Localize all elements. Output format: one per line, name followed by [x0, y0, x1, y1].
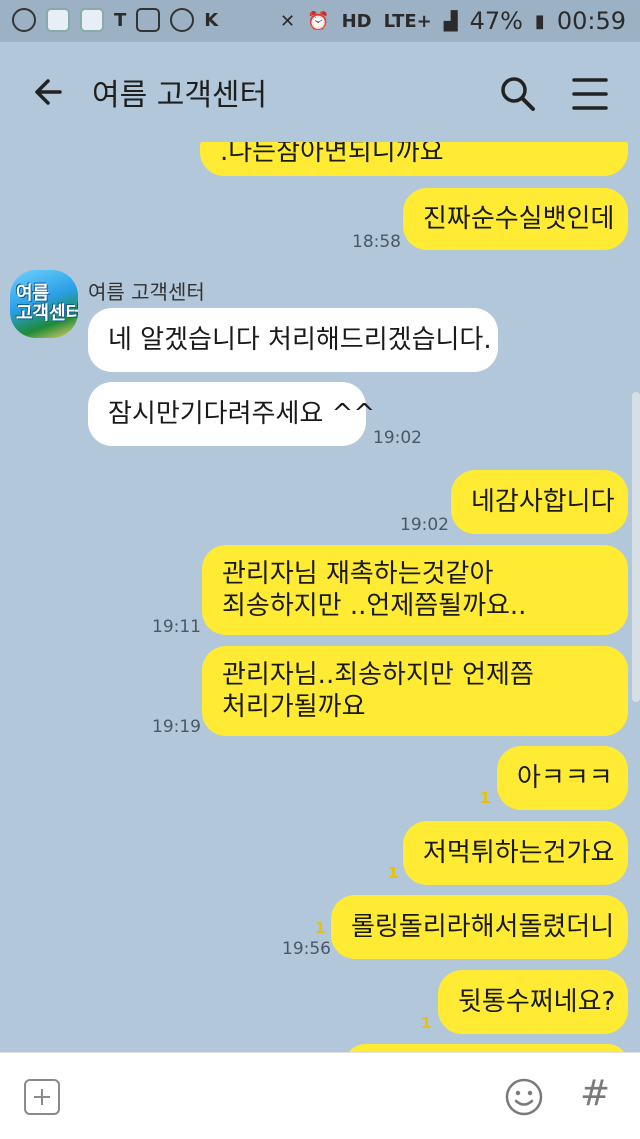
mute-icon: ✕	[280, 10, 296, 32]
unread-count: 1	[315, 919, 326, 937]
hashtag-icon[interactable]: #	[580, 1073, 610, 1114]
phone-icon	[136, 8, 161, 32]
chat-header: 여름 고객센터	[0, 42, 640, 142]
message-bubble-other[interactable]: 잠시만기다려주세요 ^^	[88, 382, 375, 446]
message-bubble-me[interactable]	[345, 1044, 628, 1052]
search-icon[interactable]	[498, 74, 538, 114]
clock: 00:59	[556, 7, 626, 35]
message-bubble-me[interactable]: 진짜순수실뱃인데	[403, 188, 628, 250]
battery-icon: ▮	[534, 10, 545, 32]
status-left-icons: T K	[12, 8, 218, 32]
network-type: LTE+	[383, 10, 432, 32]
message-time: 18:58	[352, 232, 401, 252]
emoji-icon[interactable]	[504, 1077, 544, 1117]
plus-icon[interactable]	[24, 1079, 60, 1115]
talk-icon	[170, 8, 195, 32]
message-time: 19:56	[282, 939, 331, 959]
battery-percent: 47%	[469, 7, 523, 35]
message-time: 19:02	[373, 428, 422, 448]
signal-icon: ▟	[443, 10, 458, 32]
avatar-text: 여름 고객센터	[16, 283, 78, 324]
t-icon: T	[114, 9, 127, 31]
status-right-icons: ✕ ⏰ HD LTE+ ▟ 47% ▮ 00:59	[280, 7, 626, 35]
unread-count: 1	[388, 864, 399, 882]
app-notification-icon	[12, 8, 36, 32]
message-bubble-me[interactable]: 네감사합니다	[451, 470, 628, 534]
unread-count: 1	[421, 1014, 432, 1032]
message-bubble-me[interactable]: 저먹튀하는건가요	[403, 821, 628, 885]
hd-icon: HD	[341, 10, 372, 32]
message-time: 19:02	[400, 515, 449, 535]
message-bubble-me[interactable]: 아ㅋㅋㅋ	[497, 746, 628, 810]
app-badge-icon	[46, 8, 70, 32]
back-arrow-icon[interactable]	[30, 72, 70, 112]
message-bubble-other[interactable]: 네 알겠습니다 처리해드리겠습니다.	[88, 308, 498, 372]
message-bubble-me[interactable]: 뒷통수쩌네요?	[438, 970, 628, 1034]
sender-name: 여름 고객센터	[88, 280, 205, 304]
unread-count: 1	[480, 789, 491, 807]
vibrate-app-icon: K	[204, 9, 219, 31]
menu-icon[interactable]	[570, 76, 610, 112]
message-bubble-me[interactable]: .나는참아면되니까요	[200, 142, 628, 176]
status-bar: T K ✕ ⏰ HD LTE+ ▟ 47% ▮ 00:59	[0, 0, 640, 42]
message-time: 19:19	[152, 717, 201, 737]
app-badge-icon	[80, 8, 104, 32]
avatar[interactable]: 여름 고객센터	[10, 270, 78, 338]
message-bubble-me[interactable]: 롤링돌리라해서돌렸더니	[331, 895, 628, 959]
chat-messages[interactable]: .나는참아면되니까요 진짜순수실뱃인데 18:58 여름 고객센터 여름 고객센…	[0, 142, 640, 1052]
scrollbar[interactable]	[632, 392, 640, 702]
message-bubble-me[interactable]: 관리자님..죄송하지만 언제쯤 처리가될까요	[202, 646, 628, 736]
alarm-icon: ⏰	[307, 10, 330, 32]
message-bubble-me[interactable]: 관리자님 재촉하는것같아 죄송하지만 ..언제쯤될까요..	[202, 545, 628, 635]
message-input-bar: #	[0, 1052, 640, 1139]
message-time: 19:11	[152, 617, 201, 637]
page-title: 여름 고객센터	[92, 78, 268, 113]
